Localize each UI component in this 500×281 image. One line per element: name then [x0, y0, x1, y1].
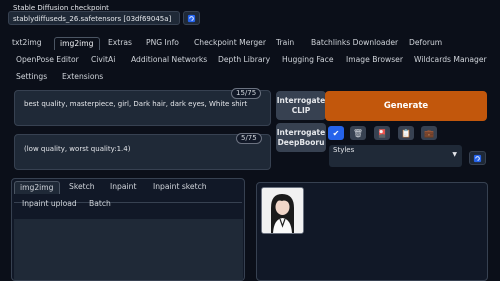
interrogate-deepbooru-button[interactable]: Interrogate DeepBooru: [276, 123, 326, 152]
interrogate-clip-button[interactable]: Interrogate CLIP: [276, 91, 326, 120]
checkpoint-dropdown[interactable]: stablydiffuseds_26.safetensors [03df6904…: [8, 11, 180, 25]
output-thumbnail[interactable]: [261, 187, 304, 234]
tab-civitai[interactable]: CivitAi: [91, 54, 115, 66]
refresh-icon: [187, 14, 196, 22]
prompt-token-counter: 15/75: [231, 88, 262, 99]
subtab-inpaint[interactable]: Inpaint: [110, 181, 136, 193]
tab-train[interactable]: Train: [276, 37, 294, 49]
tab-additional-networks[interactable]: Additional Networks: [131, 54, 207, 66]
refresh-checkpoint-button[interactable]: [183, 11, 200, 25]
clipboard-icon: 📋: [401, 128, 411, 138]
tab-checkpoint-merger[interactable]: Checkpoint Merger: [194, 37, 266, 49]
tab-wildcards-manager[interactable]: Wildcards Manager: [414, 54, 487, 66]
negative-prompt-input[interactable]: (low quality, worst quality:1.4): [14, 134, 271, 170]
apply-styles-button[interactable]: 📋: [398, 126, 414, 140]
tab-extras[interactable]: Extras: [108, 37, 132, 49]
subtab-sketch[interactable]: Sketch: [69, 181, 95, 193]
checkbox-toggle[interactable]: ✔: [328, 126, 344, 140]
tab-openpose-editor[interactable]: OpenPose Editor: [16, 54, 79, 66]
interrogate-clip-line1: Interrogate: [276, 95, 326, 105]
output-gallery: [256, 182, 488, 281]
check-icon: ✔: [332, 128, 340, 138]
negative-prompt-token-counter: 5/75: [236, 133, 262, 144]
prompt-text: best quality, masterpiece, girl, Dark ha…: [24, 100, 248, 108]
tab-txt2img[interactable]: txt2img: [12, 37, 42, 49]
refresh-styles-button[interactable]: [469, 151, 486, 165]
briefcase-icon: 💼: [424, 128, 434, 138]
negative-prompt-text: (low quality, worst quality:1.4): [24, 145, 131, 153]
trash-icon: 🗑: [352, 128, 364, 138]
flower-card-icon: 🎴: [377, 128, 387, 138]
save-style-button[interactable]: 💼: [421, 126, 437, 140]
image-upload-area[interactable]: [14, 219, 243, 280]
tab-deforum[interactable]: Deforum: [409, 37, 442, 49]
tab-extensions[interactable]: Extensions: [62, 71, 103, 83]
styles-dropdown[interactable]: Styles ▼: [329, 145, 462, 167]
tab-depth-library[interactable]: Depth Library: [218, 54, 270, 66]
chevron-down-icon: ▼: [452, 151, 457, 158]
tab-image-browser[interactable]: Image Browser: [346, 54, 403, 66]
generate-button[interactable]: Generate: [325, 91, 487, 121]
subtab-batch[interactable]: Batch: [89, 198, 111, 210]
clear-prompt-button[interactable]: 🗑: [350, 126, 366, 140]
interrogate-deepbooru-line2: DeepBooru: [277, 137, 325, 147]
tab-hugging-face[interactable]: Hugging Face: [282, 54, 334, 66]
tab-png-info[interactable]: PNG Info: [146, 37, 179, 49]
tab-settings[interactable]: Settings: [16, 71, 47, 83]
tab-img2img[interactable]: img2img: [54, 37, 100, 50]
interrogate-deepbooru-line1: Interrogate: [276, 127, 326, 137]
show-extra-networks-button[interactable]: 🎴: [374, 126, 390, 140]
styles-label: Styles: [333, 146, 355, 154]
refresh-icon: [473, 154, 482, 162]
subtab-inpaint-sketch[interactable]: Inpaint sketch: [153, 181, 207, 193]
interrogate-clip-line2: CLIP: [291, 105, 311, 115]
tab-batchlinks-downloader[interactable]: Batchlinks Downloader: [311, 37, 398, 49]
subtab-img2img[interactable]: img2img: [14, 181, 60, 194]
subtab-inpaint-upload[interactable]: Inpaint upload: [22, 198, 77, 210]
portrait-image: [262, 188, 303, 233]
